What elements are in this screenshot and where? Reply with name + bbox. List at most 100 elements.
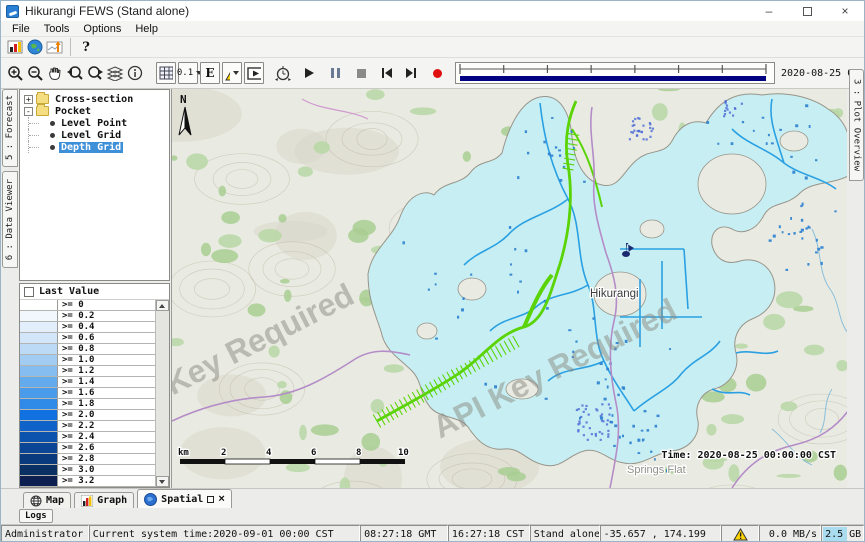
tab-spatial-label: Spatial: [161, 494, 203, 505]
menu-file[interactable]: File: [5, 23, 37, 35]
zoom-in-icon[interactable]: [5, 63, 25, 83]
tree-expander[interactable]: -: [24, 107, 33, 116]
logs-button[interactable]: Logs: [19, 509, 53, 523]
tab-graph-label: Graph: [97, 495, 127, 506]
pan-hand-icon[interactable]: [45, 63, 65, 83]
warnings-dropdown[interactable]: [222, 62, 242, 84]
scale-dropdown[interactable]: 0.1: [178, 62, 198, 84]
menu-help[interactable]: Help: [128, 23, 165, 35]
pause-icon[interactable]: [325, 63, 345, 83]
legend-row[interactable]: >= 1.0: [20, 355, 155, 366]
node-bullet-icon: [50, 145, 55, 150]
legend-row[interactable]: >= 0.4: [20, 322, 155, 333]
legend-row[interactable]: >= 2.6: [20, 443, 155, 454]
close-icon[interactable]: ×: [826, 1, 864, 21]
legend-swatch: [20, 333, 58, 343]
legend-toggle-button[interactable]: E: [200, 62, 220, 84]
last-value-checkbox[interactable]: [24, 287, 34, 297]
play-icon[interactable]: [299, 63, 319, 83]
town-label: Hikurangi: [590, 288, 639, 300]
tab-forecasts[interactable]: 5 : Forecast: [2, 89, 18, 167]
info-icon[interactable]: [125, 63, 145, 83]
tab-plot-overview[interactable]: 3 : Plot Overview: [849, 69, 864, 181]
minimize-icon[interactable]: –: [750, 1, 788, 21]
stop-icon[interactable]: [351, 63, 371, 83]
timeseries-icon[interactable]: [45, 37, 65, 57]
legend-row[interactable]: >= 2.4: [20, 432, 155, 443]
legend-scrollbar[interactable]: [156, 300, 169, 487]
zoom-next-icon[interactable]: [85, 63, 105, 83]
skip-start-icon[interactable]: [377, 63, 397, 83]
main-area: 5 : Forecast 6 : Data Viewer + Cross-sect…: [1, 89, 864, 488]
tab-graph[interactable]: Graph: [74, 492, 134, 508]
legend-row[interactable]: >= 1.2: [20, 366, 155, 377]
maximize-icon[interactable]: [788, 1, 826, 21]
scroll-down-icon[interactable]: [156, 476, 169, 487]
zoom-previous-icon[interactable]: [65, 63, 85, 83]
legend-row-label: >= 0.8: [58, 344, 155, 354]
bar-chart-icon: [81, 495, 93, 507]
legend-row[interactable]: >= 2.2: [20, 421, 155, 432]
tab-spatial[interactable]: Spatial ×: [137, 489, 232, 508]
legend-row-label: >= 0.6: [58, 333, 155, 343]
tree-item[interactable]: Depth Grid: [20, 141, 169, 153]
legend-row[interactable]: >= 1.8: [20, 399, 155, 410]
scale-value: 0.1: [177, 68, 193, 78]
memory-text: 2.5 GB: [825, 529, 861, 540]
legend-row[interactable]: >= 0.6: [20, 333, 155, 344]
map-time-label: Time: 2020-08-25 00:00:00 CST: [661, 449, 836, 461]
legend-panel: Last Value >= 0>= 0.2>= 0.4>= 0.6>= 0.8>…: [19, 283, 170, 488]
animation-button[interactable]: [244, 62, 264, 84]
tree-item-label: Cross-section: [53, 94, 135, 105]
layers-icon[interactable]: [105, 63, 125, 83]
legend-row[interactable]: >= 0.8: [20, 344, 155, 355]
tab-maximize-icon[interactable]: [207, 496, 214, 503]
tab-close-icon[interactable]: ×: [218, 493, 224, 505]
map-display-icon[interactable]: [25, 37, 45, 57]
skip-end-icon[interactable]: [401, 63, 421, 83]
tree-item[interactable]: Level Point: [20, 117, 169, 129]
legend-row[interactable]: >= 3.2: [20, 476, 155, 487]
set-time-icon[interactable]: [273, 63, 293, 83]
reports-icon[interactable]: [5, 37, 25, 57]
zoom-out-icon[interactable]: [25, 63, 45, 83]
status-warning-cell[interactable]: [721, 525, 759, 542]
legend-row[interactable]: >= 2.8: [20, 454, 155, 465]
tree-item[interactable]: Level Grid: [20, 129, 169, 141]
tab-data-viewer[interactable]: 6 : Data Viewer: [2, 171, 18, 268]
menu-options[interactable]: Options: [76, 23, 128, 35]
legend-row[interactable]: >= 1.4: [20, 377, 155, 388]
legend-swatch: [20, 322, 58, 332]
window-title: Hikurangi FEWS (Stand alone): [25, 4, 189, 18]
scroll-track[interactable]: [156, 311, 169, 476]
legend-swatch: [20, 465, 58, 475]
legend-row[interactable]: >= 0.2: [20, 311, 155, 322]
logs-row: Logs: [1, 508, 864, 525]
application-window: Hikurangi FEWS (Stand alone) – × File To…: [0, 0, 865, 542]
record-icon[interactable]: [427, 63, 447, 83]
menu-tools[interactable]: Tools: [37, 23, 77, 35]
map-canvas[interactable]: API Key Required API Key Required Hikura…: [171, 89, 847, 488]
node-bullet-icon: [50, 133, 55, 138]
legend-swatch: [20, 344, 58, 354]
help-icon[interactable]: ?: [76, 37, 96, 57]
legend-row-label: >= 1.4: [58, 377, 155, 387]
last-value-label: Last Value: [39, 286, 99, 297]
scroll-up-icon[interactable]: [156, 300, 169, 311]
legend-swatch: [20, 388, 58, 398]
tree-item[interactable]: -Pocket: [20, 105, 169, 117]
legend-row-label: >= 2.2: [58, 421, 155, 431]
legend-row[interactable]: >= 3.0: [20, 465, 155, 476]
tree-expander[interactable]: +: [24, 95, 33, 104]
time-slider[interactable]: [455, 62, 775, 84]
legend-swatch: [20, 399, 58, 409]
tab-map[interactable]: Map: [23, 492, 71, 508]
legend-row[interactable]: >= 0: [20, 300, 155, 311]
grid-display-button[interactable]: [156, 62, 176, 84]
legend-row-label: >= 3.2: [58, 476, 155, 486]
svg-text:8: 8: [356, 448, 361, 458]
legend-row[interactable]: >= 1.6: [20, 388, 155, 399]
status-coordinates: -35.657 , 174.199: [600, 525, 722, 542]
legend-row[interactable]: >= 2.0: [20, 410, 155, 421]
tree-item-label: Depth Grid: [59, 142, 123, 153]
